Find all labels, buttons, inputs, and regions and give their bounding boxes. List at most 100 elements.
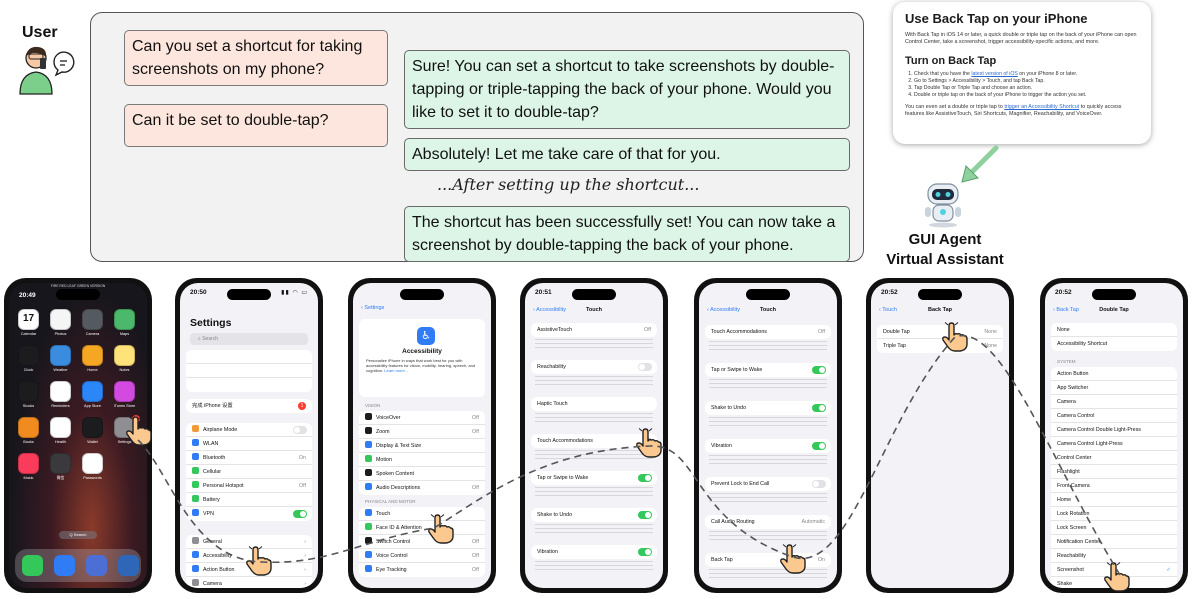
double-tap-option[interactable]: Flashlight [1051,465,1177,479]
app-icon-photos[interactable] [50,309,71,330]
accessibility-row[interactable]: Display & Text Size [359,439,485,453]
touch-row[interactable]: Vibration [531,545,657,559]
touch-row[interactable]: Haptic Touch [531,397,657,411]
double-tap-option[interactable]: Camera [1051,395,1177,409]
setting-toggle[interactable] [638,511,652,519]
accessibility-row[interactable]: Voice Control Off [359,549,485,563]
app-icon-wallet[interactable] [82,417,103,438]
airplane-toggle[interactable] [293,426,307,434]
app-icon-health[interactable] [50,417,71,438]
double-tap-option[interactable]: Action Button [1051,367,1177,381]
setting-icon [365,565,372,572]
vpn-toggle[interactable] [293,510,307,518]
double-tap-option[interactable]: Reachability [1051,549,1177,563]
touch-row[interactable]: Reachability [531,360,657,374]
app-icon-maps[interactable] [114,309,135,330]
settings-row[interactable]: Battery [186,493,312,507]
touch-row[interactable]: Shake to Undo [705,401,831,415]
app-icon-app-store[interactable] [82,381,103,402]
search-input[interactable]: ⌕ Search [190,333,308,345]
app-icon-music[interactable] [18,453,39,474]
accessibility-row[interactable]: Eye Tracking Off [359,563,485,577]
touch-row[interactable]: Tap or Swipe to Wake [705,363,831,377]
agent-message-2: Absolutely! Let me take care of that for… [404,138,850,171]
app-label: Calendar [20,332,37,336]
double-tap-option[interactable]: App Switcher [1051,381,1177,395]
phone-double-tap: 20:52 ‹ Back Tap Double Tap None Accessib… [1040,278,1188,593]
settings-row[interactable]: Cellular [186,465,312,479]
double-tap-option[interactable]: Front Camera [1051,479,1177,493]
app-icon-home[interactable] [82,345,103,366]
double-tap-option[interactable]: Home [1051,493,1177,507]
double-tap-option[interactable]: Camera Control [1051,409,1177,423]
app-icon--[interactable] [50,453,71,474]
setting-toggle[interactable] [638,474,652,482]
dock-app-icon[interactable] [118,555,139,576]
doc-link-ios[interactable]: latest version of iOS [971,71,1017,77]
dynamic-island [918,289,962,300]
accessibility-row[interactable]: Zoom Off [359,425,485,439]
touch-row[interactable]: Touch AccommodationsOff [705,325,831,339]
accessibility-row[interactable]: VoiceOver Off [359,411,485,425]
touch-row[interactable]: Tap or Swipe to Wake [531,471,657,485]
settings-row[interactable]: Airplane Mode [186,423,312,437]
setting-icon [192,579,199,586]
accessibility-row[interactable]: Touch [359,507,485,521]
dock-app-icon[interactable] [54,555,75,576]
touch-row[interactable]: Back Tap On [705,553,831,567]
dock-app-icon[interactable] [22,555,43,576]
double-tap-option[interactable]: Accessibility Shortcut [1051,337,1177,351]
learn-more-link[interactable]: Learn more... [384,368,408,373]
back-button[interactable]: ‹ Settings [361,305,384,311]
app-icon-itunes-store[interactable] [114,381,135,402]
app-icon-passwords[interactable] [82,453,103,474]
doc-link-shortcut[interactable]: trigger an Accessibility Shortcut [1004,104,1079,110]
accessibility-row[interactable]: Spoken Content [359,467,485,481]
touch-row[interactable]: Call Audio Routing Automatic [705,515,831,529]
profile-card[interactable] [186,350,312,392]
touch-row[interactable]: Vibration [705,439,831,453]
user-label: User [22,24,58,41]
app-icon-books[interactable] [18,417,39,438]
app-icon-notes[interactable] [114,345,135,366]
settings-row[interactable]: VPN [186,507,312,521]
status-time: 20:52 [1055,289,1072,296]
touch-row-card: Vibration [531,545,657,559]
setting-toggle[interactable] [638,363,652,371]
search-pill[interactable]: Q Search [59,531,97,539]
accessibility-row[interactable]: Face ID & Attention [359,521,485,535]
app-icon-stocks[interactable] [18,381,39,402]
settings-row[interactable]: Camera › [186,577,312,588]
setting-toggle[interactable] [812,366,826,374]
finish-setup-card[interactable]: 完成 iPhone 设置 1 [186,399,312,413]
setting-toggle[interactable] [812,404,826,412]
app-icon-camera[interactable] [82,309,103,330]
touch-row[interactable]: AssistiveTouch Off [531,323,657,337]
setting-toggle[interactable] [812,480,826,488]
settings-row[interactable]: Bluetooth On [186,451,312,465]
app-icon-clock[interactable] [18,345,39,366]
double-tap-option[interactable]: Camera Control Double Light-Press [1051,423,1177,437]
setting-toggle[interactable] [638,548,652,556]
double-tap-option[interactable]: Notification Center [1051,535,1177,549]
touch-row[interactable]: Prevent Lock to End Call [705,477,831,491]
accessibility-row[interactable]: Switch Control Off [359,535,485,549]
app-icon-reminders[interactable] [50,381,71,402]
setting-toggle[interactable] [812,442,826,450]
accessibility-row[interactable]: Motion [359,453,485,467]
double-tap-option[interactable]: Lock Rotation [1051,507,1177,521]
row-description [709,493,827,505]
row-description [709,379,827,391]
double-tap-option[interactable]: None [1051,323,1177,337]
double-tap-option[interactable]: Lock Screen [1051,521,1177,535]
settings-row[interactable]: WLAN [186,437,312,451]
finish-setup-row[interactable]: 完成 iPhone 设置 1 [186,399,312,413]
touch-row[interactable]: Shake to Undo [531,508,657,522]
app-icon-weather[interactable] [50,345,71,366]
settings-row[interactable]: Personal Hotspot Off [186,479,312,493]
double-tap-option[interactable]: Control Center [1051,451,1177,465]
double-tap-option[interactable]: Camera Control Light-Press [1051,437,1177,451]
dock-app-icon[interactable] [86,555,107,576]
row-description [535,524,653,536]
accessibility-row[interactable]: Audio Descriptions Off [359,481,485,495]
